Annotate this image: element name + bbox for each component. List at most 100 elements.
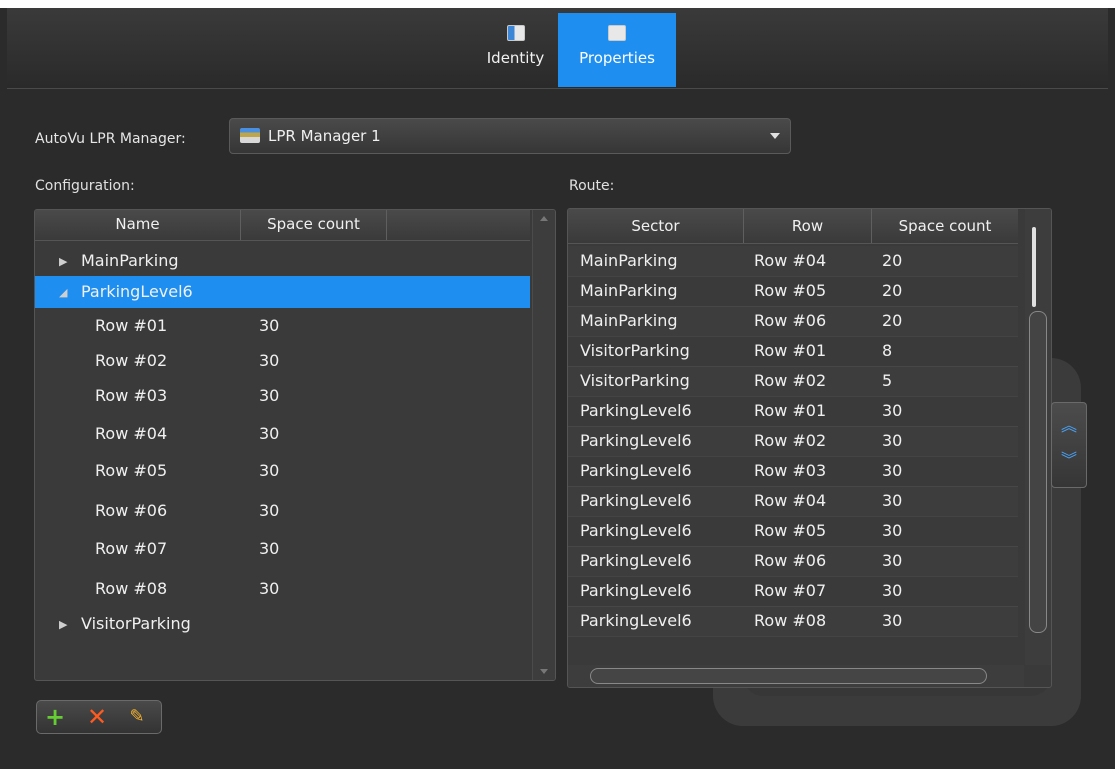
route-cell-space-count: 30 — [882, 431, 903, 450]
route-cell-space-count: 30 — [882, 401, 903, 420]
route-cell-sector: ParkingLevel6 — [580, 401, 692, 420]
add-icon[interactable]: + — [43, 705, 67, 729]
tree-item[interactable]: Row #06 30 — [35, 495, 530, 527]
route-row[interactable]: ParkingLevel6 Row #07 30 — [568, 576, 1018, 607]
route-row[interactable]: ParkingLevel6 Row #03 30 — [568, 456, 1018, 487]
route-cell-space-count: 5 — [882, 371, 893, 390]
window-top-border — [0, 0, 1115, 8]
move-up-icon[interactable]: ︽ — [1059, 417, 1079, 435]
tree-item[interactable]: Row #02 30 — [35, 345, 530, 377]
route-row[interactable]: ParkingLevel6 Row #01 30 — [568, 396, 1018, 427]
configuration-header: Name Space count — [35, 210, 530, 241]
route-row[interactable]: MainParking Row #05 20 — [568, 276, 1018, 307]
route-row[interactable]: MainParking Row #06 20 — [568, 306, 1018, 337]
route-cell-row: Row #02 — [754, 371, 827, 390]
lpr-manager-dropdown[interactable]: LPR Manager 1 — [229, 118, 791, 154]
identity-icon — [506, 25, 525, 41]
tree-item-name: Row #07 — [95, 539, 168, 558]
route-cell-sector: ParkingLevel6 — [580, 491, 692, 510]
route-cell-space-count: 30 — [882, 551, 903, 570]
chevron-down-icon — [770, 133, 780, 139]
route-cell-space-count: 30 — [882, 581, 903, 600]
route-cell-sector: ParkingLevel6 — [580, 611, 692, 630]
route-grid[interactable]: Sector Row Space count MainParking Row #0… — [567, 208, 1052, 688]
tree-item-space-count: 30 — [259, 424, 280, 443]
route-cell-row: Row #08 — [754, 611, 827, 630]
tree-item[interactable]: ◢ ParkingLevel6 — [35, 276, 530, 308]
route-cell-row: Row #05 — [754, 281, 827, 300]
scroll-down-icon[interactable] — [540, 669, 548, 674]
route-cell-row: Row #04 — [754, 251, 827, 270]
tree-item-name: Row #06 — [95, 501, 168, 520]
route-cell-sector: ParkingLevel6 — [580, 461, 692, 480]
header-bar: Identity Properties — [7, 8, 1108, 89]
tree-item[interactable]: Row #04 30 — [35, 418, 530, 450]
column-header-space-count[interactable]: Space count — [872, 217, 1018, 235]
route-cell-space-count: 30 — [882, 461, 903, 480]
column-header-name[interactable]: Name — [35, 215, 240, 233]
collapsed-arrow-icon[interactable]: ▶ — [59, 255, 67, 268]
route-row[interactable]: VisitorParking Row #01 8 — [568, 336, 1018, 367]
scroll-thumb[interactable] — [1032, 227, 1036, 307]
route-row[interactable]: ParkingLevel6 Row #06 30 — [568, 546, 1018, 577]
edit-icon[interactable]: ✎ — [125, 705, 149, 729]
route-vertical-scrollbar[interactable] — [1025, 209, 1051, 665]
configuration-scrollbar[interactable] — [532, 210, 555, 680]
route-cell-sector: ParkingLevel6 — [580, 581, 692, 600]
tab-properties[interactable]: Properties — [558, 13, 676, 87]
tree-item[interactable]: Row #08 30 — [35, 573, 530, 605]
tree-item-space-count: 30 — [259, 539, 280, 558]
route-cell-sector: VisitorParking — [580, 371, 690, 390]
tree-item-name: Row #08 — [95, 579, 168, 598]
tree-item-name: Row #03 — [95, 386, 168, 405]
expanded-arrow-icon[interactable]: ◢ — [59, 286, 67, 299]
tree-item[interactable]: Row #03 30 — [35, 380, 530, 412]
delete-icon[interactable]: ✕ — [85, 705, 109, 729]
move-down-icon[interactable]: ︾ — [1059, 451, 1079, 469]
route-cell-row: Row #02 — [754, 431, 827, 450]
tree-item[interactable]: Row #07 30 — [35, 533, 530, 565]
route-horizontal-scrollbar[interactable] — [568, 665, 1024, 687]
tree-item-space-count: 30 — [259, 579, 280, 598]
route-cell-sector: MainParking — [580, 251, 678, 270]
tree-item-name: ParkingLevel6 — [81, 282, 193, 301]
collapsed-arrow-icon[interactable]: ▶ — [59, 618, 67, 631]
tree-item[interactable]: ▶ MainParking — [35, 245, 530, 277]
scroll-up-icon[interactable] — [540, 216, 548, 221]
tree-item-space-count: 30 — [259, 316, 280, 335]
route-row[interactable]: ParkingLevel6 Row #05 30 — [568, 516, 1018, 547]
column-header-sector[interactable]: Sector — [568, 217, 743, 235]
route-cell-row: Row #01 — [754, 401, 827, 420]
configuration-label: Configuration: — [35, 178, 135, 194]
route-row[interactable]: ParkingLevel6 Row #04 30 — [568, 486, 1018, 517]
route-cell-sector: MainParking — [580, 311, 678, 330]
horizontal-scroll-thumb[interactable] — [590, 668, 987, 684]
tree-item-space-count: 30 — [259, 461, 280, 480]
tree-item[interactable]: ▶ VisitorParking — [35, 608, 530, 640]
route-cell-row: Row #04 — [754, 491, 827, 510]
route-cell-sector: MainParking — [580, 281, 678, 300]
route-cell-space-count: 20 — [882, 311, 903, 330]
route-row[interactable]: MainParking Row #04 20 — [568, 246, 1018, 277]
column-header-space-count[interactable]: Space count — [241, 215, 386, 233]
route-cell-space-count: 20 — [882, 251, 903, 270]
tree-item[interactable]: Row #01 30 — [35, 310, 530, 342]
route-row[interactable]: VisitorParking Row #02 5 — [568, 366, 1018, 397]
tab-identity[interactable]: Identity — [483, 13, 548, 87]
route-row[interactable]: ParkingLevel6 Row #02 30 — [568, 426, 1018, 457]
route-label: Route: — [569, 178, 615, 194]
route-cell-row: Row #01 — [754, 341, 827, 360]
tab-properties-label: Properties — [579, 49, 655, 67]
tree-item[interactable]: Row #05 30 — [35, 455, 530, 487]
route-cell-row: Row #03 — [754, 461, 827, 480]
scroll-track[interactable] — [1029, 311, 1047, 633]
configuration-tree[interactable]: Name Space count ▶ MainParking ◢ ParkingLev… — [34, 209, 556, 681]
tree-item-name: VisitorParking — [81, 614, 191, 633]
tree-item-space-count: 30 — [259, 351, 280, 370]
tree-item-name: MainParking — [81, 251, 179, 270]
route-cell-space-count: 20 — [882, 281, 903, 300]
tab-identity-label: Identity — [486, 49, 545, 67]
route-row[interactable]: ParkingLevel6 Row #08 30 — [568, 606, 1018, 637]
route-cell-row: Row #06 — [754, 551, 827, 570]
column-header-row[interactable]: Row — [744, 217, 871, 235]
